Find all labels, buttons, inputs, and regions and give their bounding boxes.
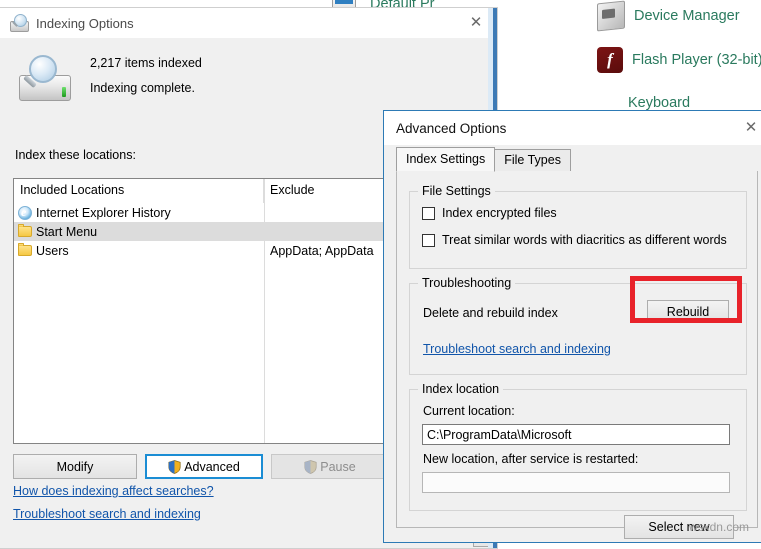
items-indexed-text: 2,217 items indexed [90, 56, 202, 70]
tab-index-settings[interactable]: Index Settings [396, 147, 496, 172]
control-panel-item-keyboard[interactable]: Keyboard [628, 95, 690, 111]
row-name-cell: Internet Explorer History [14, 205, 264, 220]
folder-icon [18, 243, 32, 256]
troubleshoot-link-wrapper: Troubleshoot search and indexing [423, 342, 611, 356]
how-does-indexing-affect-searches-link[interactable]: How does indexing affect searches? [13, 484, 214, 498]
advanced-options-tabs: Index Settings File Types [396, 147, 571, 172]
new-location-label: New location, after service is restarted… [423, 452, 639, 466]
watermark-text: wsxdn.com [688, 520, 749, 534]
flash-player-icon: f [597, 47, 623, 73]
control-panel-item-flash-player[interactable]: f Flash Player (32-bit) [597, 47, 761, 73]
modify-button[interactable]: Modify [13, 454, 137, 479]
index-location-group-title: Index location [418, 382, 504, 396]
indexing-status-panel [0, 38, 497, 118]
troubleshoot-search-and-indexing-link[interactable]: Troubleshoot search and indexing [423, 342, 611, 356]
treat-diacritics-label: Treat similar words with diacritics as d… [442, 233, 727, 247]
indexing-status-text: Indexing complete. [90, 81, 195, 95]
indexing-options-titlebar: Indexing Options ✕ [0, 8, 497, 39]
current-location-input[interactable] [422, 424, 730, 445]
indexing-options-title: Indexing Options [36, 15, 134, 31]
advanced-options-window: Advanced Options ✕ Index Settings File T… [383, 110, 761, 543]
file-settings-group-title: File Settings [418, 184, 495, 198]
row-name-cell: Start Menu [14, 224, 264, 239]
troubleshooting-group-title: Troubleshooting [418, 276, 516, 290]
advanced-options-title: Advanced Options [396, 120, 507, 136]
current-location-label: Current location: [423, 404, 515, 418]
pause-button[interactable]: Pause [271, 454, 389, 479]
control-panel-item-device-manager[interactable]: Device Manager [597, 0, 740, 32]
device-manager-icon [597, 0, 625, 32]
troubleshooting-group: Troubleshooting Delete and rebuild index… [409, 276, 747, 375]
shield-icon [304, 459, 317, 474]
row-location-label: Internet Explorer History [36, 205, 171, 220]
indexing-options-links: How does indexing affect searches? Troub… [13, 484, 214, 530]
index-encrypted-files-row[interactable]: Index encrypted files [422, 206, 557, 220]
treat-diacritics-checkbox[interactable] [422, 233, 435, 247]
indexing-icon [9, 13, 29, 33]
treat-diacritics-row[interactable]: Treat similar words with diacritics as d… [422, 233, 727, 247]
row-location-label: Start Menu [36, 224, 98, 239]
index-encrypted-files-checkbox[interactable] [422, 206, 435, 220]
ie-history-icon [18, 205, 32, 220]
control-panel-item-label: Device Manager [634, 8, 740, 24]
folder-icon [18, 224, 32, 237]
control-panel-item-label: Keyboard [628, 95, 691, 111]
row-location-label: Users [36, 243, 69, 258]
close-icon[interactable]: ✕ [730, 111, 761, 144]
column-divider [264, 179, 265, 443]
row-name-cell: Users [14, 243, 264, 258]
index-locations-label: Index these locations: [15, 148, 136, 162]
index-settings-panel: File Settings Index encrypted files Trea… [396, 171, 758, 539]
advanced-button-label: Advanced [184, 459, 240, 474]
advanced-button[interactable]: Advanced [145, 454, 263, 479]
control-panel-item-label: Flash Player (32-bit) [632, 52, 761, 68]
tab-file-types[interactable]: File Types [494, 149, 571, 172]
troubleshoot-search-and-indexing-link[interactable]: Troubleshoot search and indexing [13, 507, 214, 521]
pause-button-label: Pause [320, 459, 356, 474]
rebuild-button[interactable]: Rebuild [647, 300, 729, 323]
index-drive-magnifier-icon [17, 55, 71, 103]
indexing-options-buttons: Modify Advanced Pause [13, 454, 389, 479]
index-encrypted-files-label: Index encrypted files [442, 206, 557, 220]
index-location-group: Index location Current location: New loc… [409, 382, 747, 511]
shield-icon [168, 459, 181, 474]
column-header-included-locations[interactable]: Included Locations [14, 179, 264, 203]
file-settings-group: File Settings Index encrypted files Trea… [409, 184, 747, 269]
new-location-input[interactable] [422, 472, 730, 493]
advanced-options-titlebar: Advanced Options ✕ [384, 111, 761, 145]
delete-and-rebuild-index-label: Delete and rebuild index [423, 306, 558, 320]
